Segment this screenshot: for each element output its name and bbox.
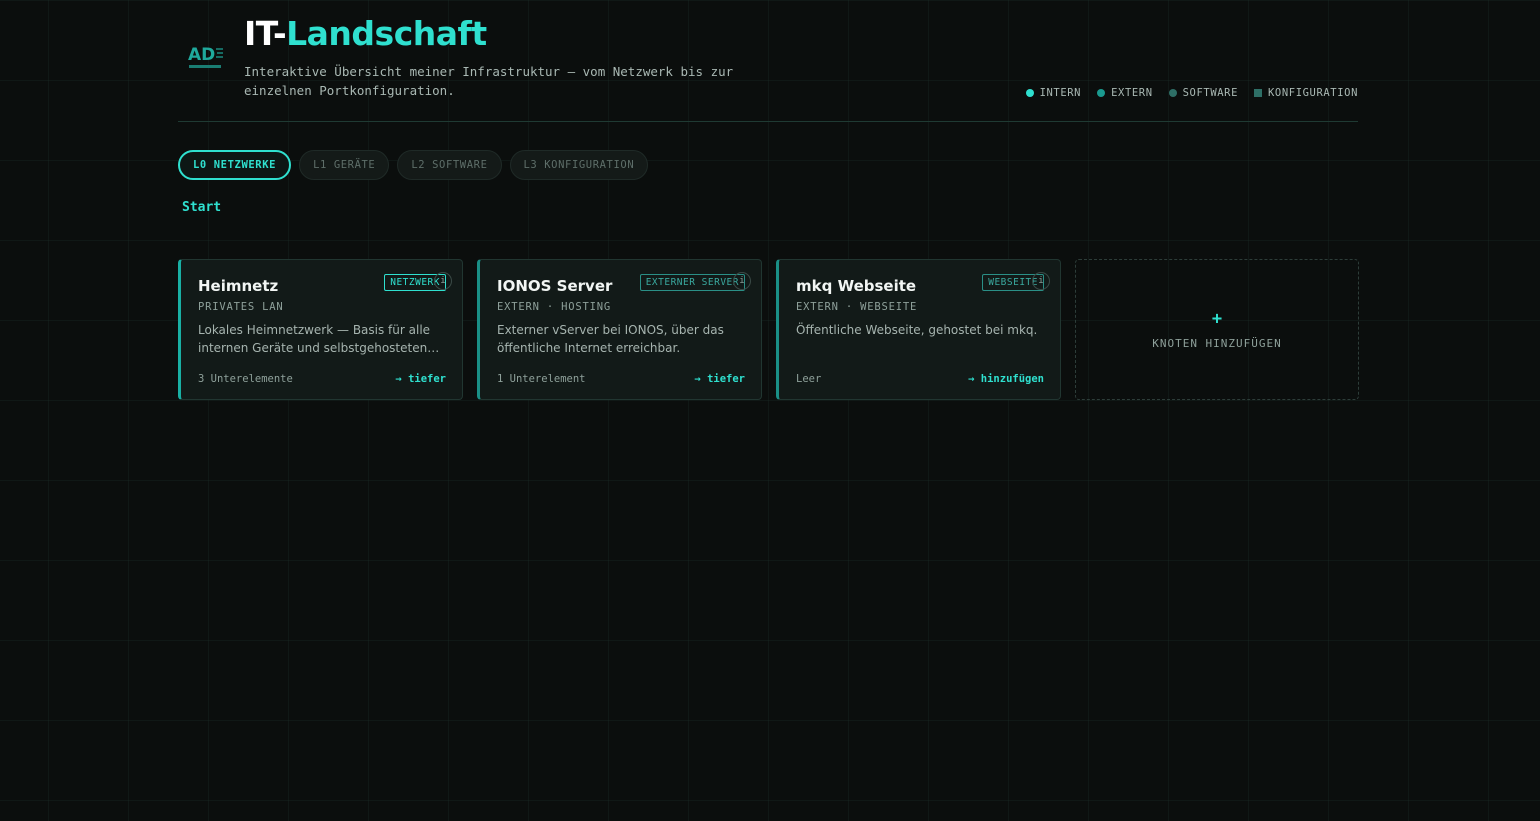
card-title: IONOS Server (497, 277, 613, 295)
node-card-heimnetz[interactable]: Heimnetz NETZWERK i PRIVATES LAN Lokales… (178, 259, 463, 400)
card-header: mkq Webseite WEBSEITE (796, 274, 1044, 295)
type-badge: EXTERNER SERVER (639, 274, 745, 291)
drill-down-link[interactable]: → tiefer (694, 373, 745, 385)
card-footer: 3 Unterelemente → tiefer (198, 373, 446, 385)
legend-item-software: SOFTWARE (1168, 87, 1239, 99)
page-header: AD IT-Landschaft Interaktive Übersicht m… (178, 0, 1358, 122)
card-description: Lokales Heimnetzwerk — Basis für alle in… (198, 323, 440, 355)
card-meta: PRIVATES LAN (198, 301, 284, 313)
card-title: Heimnetz (198, 277, 279, 295)
card-description: Externer vServer bei IONOS, über das öff… (497, 323, 724, 355)
card-footer: 1 Unterelement → tiefer (497, 373, 745, 385)
child-count: 1 Unterelement (497, 373, 586, 385)
legend-item-extern: EXTERN (1097, 87, 1153, 99)
info-icon[interactable]: i (1032, 272, 1050, 290)
ad-logo-icon: AD (188, 45, 223, 68)
app-root: AD IT-Landschaft Interaktive Übersicht m… (178, 0, 1359, 400)
legend-item-konfiguration: KONFIGURATION (1254, 87, 1358, 99)
card-title: mkq Webseite (796, 277, 917, 295)
card-meta: EXTERN · WEBSEITE (796, 301, 918, 313)
level-tabs: L0 NETZWERKE L1 GERÄTE L2 SOFTWARE L3 KO… (178, 150, 649, 180)
svg-text:AD: AD (188, 45, 215, 65)
page-subtitle: Interaktive Übersicht meiner Infrastrukt… (244, 64, 734, 98)
info-icon[interactable]: i (434, 272, 452, 290)
legend: INTERN EXTERN SOFTWARE KONFIGURATION (1025, 87, 1358, 99)
legend-label: EXTERN (1111, 87, 1153, 99)
drill-down-link[interactable]: → tiefer (395, 373, 446, 385)
tab-l1-geraete[interactable]: L1 GERÄTE (299, 150, 390, 180)
tab-l3-konfiguration[interactable]: L3 KONFIGURATION (509, 150, 649, 180)
legend-item-intern: INTERN (1025, 87, 1082, 99)
legend-dot-icon (1025, 89, 1034, 97)
breadcrumb-start[interactable]: Start (182, 200, 221, 215)
title-prefix: IT- (244, 14, 287, 53)
tab-l0-netzwerke[interactable]: L0 NETZWERKE (178, 150, 292, 180)
title-accent: Landschaft (286, 14, 487, 53)
legend-label: INTERN (1039, 87, 1082, 99)
legend-dot-icon (1168, 89, 1177, 97)
legend-label: KONFIGURATION (1268, 87, 1358, 99)
tab-l2-software[interactable]: L2 SOFTWARE (397, 150, 502, 180)
node-card-ionos-server[interactable]: IONOS Server EXTERNER SERVER i EXTERN · … (477, 259, 762, 400)
legend-square-icon (1254, 89, 1263, 97)
card-header: IONOS Server EXTERNER SERVER (497, 274, 745, 295)
legend-label: SOFTWARE (1182, 87, 1239, 99)
card-meta: EXTERN · HOSTING (497, 301, 611, 313)
child-count: Leer (796, 373, 822, 385)
info-icon[interactable]: i (733, 272, 751, 290)
legend-dot-icon (1097, 89, 1106, 97)
child-count: 3 Unterelemente (198, 373, 293, 385)
card-footer: Leer → hinzufügen (796, 373, 1044, 385)
add-child-link[interactable]: → hinzufügen (968, 373, 1044, 385)
card-header: Heimnetz NETZWERK (198, 274, 446, 295)
node-card-mkq-webseite[interactable]: mkq Webseite WEBSEITE i EXTERN · WEBSEIT… (776, 259, 1061, 400)
plus-icon: + (1211, 309, 1223, 329)
page-title: IT-Landschaft (244, 14, 487, 53)
add-node-label: KNOTEN HINZUFÜGEN (1152, 337, 1282, 350)
card-description: Öffentliche Webseite, gehostet bei mkq. (796, 323, 1038, 337)
node-grid: Heimnetz NETZWERK i PRIVATES LAN Lokales… (178, 259, 1359, 400)
add-node-button[interactable]: + KNOTEN HINZUFÜGEN (1075, 259, 1359, 400)
